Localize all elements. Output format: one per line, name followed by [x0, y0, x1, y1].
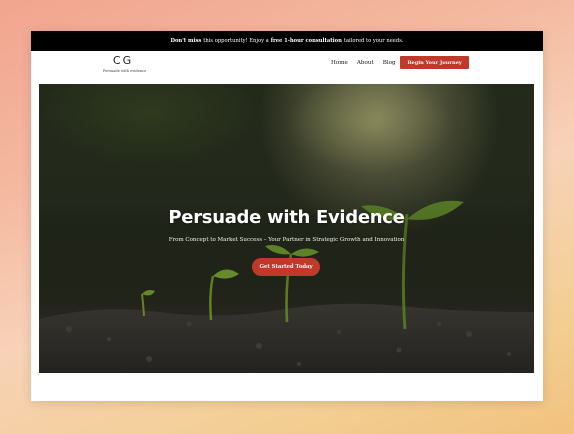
hero-background-image — [39, 84, 534, 373]
browser-window: Don't miss this opportunity! Enjoy a fre… — [31, 31, 543, 401]
hero-subtitle: From Concept to Market Success – Your Pa… — [168, 237, 405, 243]
nav-about[interactable]: About — [357, 59, 374, 67]
nav-home[interactable]: Home — [331, 59, 348, 67]
logo-tagline: Persuade with evidence — [103, 69, 147, 73]
hero-section: Persuade with Evidence From Concept to M… — [39, 84, 534, 373]
logo-mark: CG — [112, 54, 134, 67]
promo-text-end: tailored to your needs. — [343, 38, 404, 44]
promo-emphasis: Don't miss — [170, 38, 202, 44]
promo-text: this opportunity! Enjoy a — [203, 38, 269, 44]
site-header: CG Persuade with evidence Home About Blo… — [31, 51, 543, 84]
promo-bar: Don't miss this opportunity! Enjoy a fre… — [31, 31, 543, 51]
promo-offer: free 1-hour consultation — [270, 38, 342, 44]
begin-journey-button[interactable]: Begin Your Journey — [400, 56, 469, 69]
nav-blog[interactable]: Blog — [383, 59, 396, 67]
logo[interactable]: CG Persuade with evidence — [103, 54, 147, 74]
main-menu: Home About Blog — [331, 59, 396, 67]
hero-title: Persuade with Evidence — [168, 207, 405, 228]
get-started-button[interactable]: Get Started Today — [252, 258, 320, 276]
